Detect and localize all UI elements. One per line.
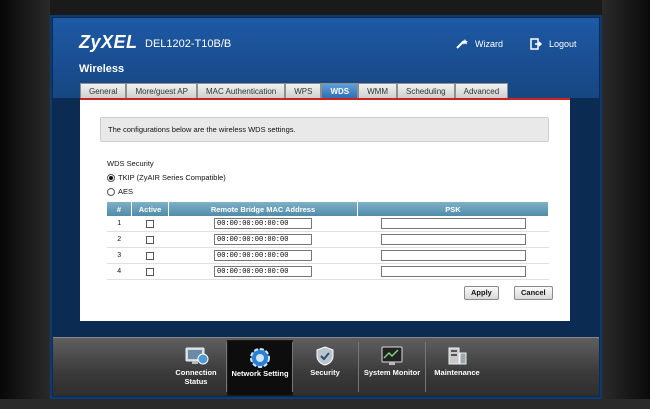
tkip-radio[interactable] xyxy=(107,173,115,182)
dock-label: Security xyxy=(310,368,340,377)
cancel-button[interactable]: Cancel xyxy=(514,286,553,300)
dock-divider xyxy=(226,342,227,392)
wizard-link[interactable]: Wizard xyxy=(455,38,503,50)
brand-logo: ZyXEL xyxy=(79,32,138,52)
col-header-active: Active xyxy=(131,202,169,216)
psk-input[interactable] xyxy=(380,249,526,261)
wds-security-title: WDS Security xyxy=(107,159,154,168)
active-checkbox[interactable] xyxy=(146,251,154,260)
logout-label: Logout xyxy=(549,39,577,49)
psk-input[interactable] xyxy=(380,265,526,277)
dock-divider xyxy=(292,342,293,392)
tab-scheduling[interactable]: Scheduling xyxy=(397,83,455,98)
psk-input[interactable] xyxy=(380,217,526,229)
row-number: 3 xyxy=(107,247,132,264)
psk-input[interactable] xyxy=(380,233,526,245)
aes-radio[interactable] xyxy=(107,187,115,196)
tab-general[interactable]: General xyxy=(80,83,127,98)
tab-bar: General More/guest AP MAC Authentication… xyxy=(80,83,509,98)
aes-option[interactable]: AES xyxy=(107,187,133,196)
tab-wmm[interactable]: WMM xyxy=(358,83,398,98)
content-panel: The configurations below are the wireles… xyxy=(80,100,570,321)
table-row: 2 xyxy=(107,231,549,248)
screen-bezel-left xyxy=(0,0,50,409)
wizard-label: Wizard xyxy=(475,39,504,49)
row-number: 4 xyxy=(107,263,132,280)
row-number: 1 xyxy=(107,216,132,232)
connection-status-icon xyxy=(183,346,209,366)
row-number: 2 xyxy=(107,231,132,248)
active-checkbox[interactable] xyxy=(146,219,154,228)
screen-bezel-right xyxy=(602,0,650,409)
dock-maintenance[interactable]: Maintenance xyxy=(426,340,488,394)
dock-label: Network Setting xyxy=(231,369,289,378)
dock-label: System Monitor xyxy=(363,368,421,377)
page-title: Wireless xyxy=(79,63,125,75)
active-checkbox[interactable] xyxy=(146,235,154,244)
network-setting-icon xyxy=(248,347,272,368)
tkip-option[interactable]: TKIP (ZyAIR Series Compatible) xyxy=(107,173,226,182)
tab-advanced[interactable]: Advanced xyxy=(454,83,509,98)
table-row: 4 xyxy=(107,263,549,280)
mac-address-input[interactable] xyxy=(214,250,312,261)
tab-wps[interactable]: WPS xyxy=(285,83,322,98)
bottom-dock: Connection Status Network Setting Securi… xyxy=(53,337,599,396)
tab-more-guest-ap[interactable]: More/guest AP xyxy=(126,83,197,98)
table-row: 1 xyxy=(107,216,549,232)
mac-address-input[interactable] xyxy=(214,234,312,245)
dock-security[interactable]: Security xyxy=(293,340,357,394)
wds-table: # Active Remote Bridge MAC Address PSK 1… xyxy=(107,202,549,280)
col-header-psk: PSK xyxy=(357,202,549,216)
maintenance-icon xyxy=(446,346,468,366)
info-message: The configurations below are the wireles… xyxy=(100,117,549,142)
active-checkbox[interactable] xyxy=(146,267,154,276)
system-monitor-icon xyxy=(380,346,404,366)
apply-button[interactable]: Apply xyxy=(464,286,499,300)
tab-mac-authentication[interactable]: MAC Authentication xyxy=(196,83,286,98)
dock-label: Maintenance xyxy=(434,368,480,377)
mac-address-input[interactable] xyxy=(214,218,312,229)
logout-icon xyxy=(529,38,543,50)
screen-bezel-bottom xyxy=(0,399,650,409)
col-header-mac: Remote Bridge MAC Address xyxy=(168,202,358,216)
col-header-number: # xyxy=(107,202,132,216)
dock-label: Connection Status xyxy=(175,368,217,386)
logout-link[interactable]: Logout xyxy=(529,38,577,50)
aes-label: AES xyxy=(118,187,134,196)
wizard-icon xyxy=(455,38,469,50)
security-shield-icon xyxy=(315,346,335,366)
dock-network-setting[interactable]: Network Setting xyxy=(227,340,293,396)
table-row: 3 xyxy=(107,247,549,264)
device-model: DEL1202-T10B/B xyxy=(145,38,232,50)
dock-connection-status[interactable]: Connection Status xyxy=(165,340,227,394)
tab-wds[interactable]: WDS xyxy=(321,83,359,98)
dock-system-monitor[interactable]: System Monitor xyxy=(359,340,425,394)
mac-address-input[interactable] xyxy=(214,266,312,277)
tkip-label: TKIP (ZyAIR Series Compatible) xyxy=(118,173,226,182)
